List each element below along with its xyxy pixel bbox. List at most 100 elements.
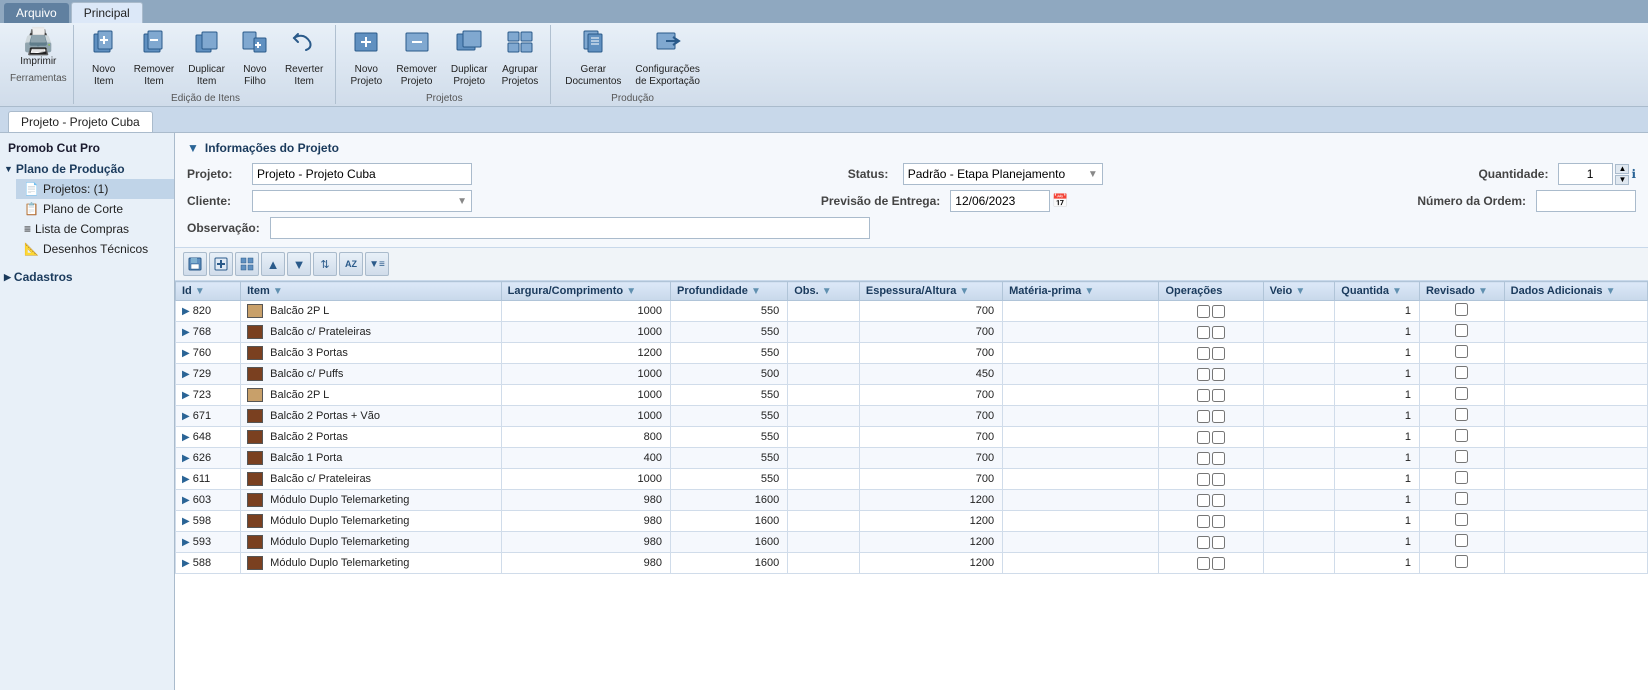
sidebar-item-lista-compras[interactable]: ≡ Lista de Compras — [16, 219, 174, 239]
ops-checkbox-2[interactable] — [1212, 368, 1225, 381]
row-expand-icon[interactable]: ▶ — [182, 516, 190, 527]
row-expand-icon[interactable]: ▶ — [182, 306, 190, 317]
grid-view-button[interactable] — [235, 252, 259, 276]
novo-item-button[interactable]: NovoItem — [82, 25, 126, 91]
revisado-checkbox[interactable] — [1455, 471, 1468, 484]
ops-checkbox-1[interactable] — [1197, 473, 1210, 486]
section-toggle-icon[interactable]: ▼ — [187, 141, 199, 155]
revisado-checkbox[interactable] — [1455, 303, 1468, 316]
ops-checkbox-1[interactable] — [1197, 431, 1210, 444]
novo-projeto-button[interactable]: NovoProjeto — [344, 25, 388, 91]
id-filter-icon[interactable]: ▼ — [195, 286, 205, 297]
add-row-button[interactable] — [209, 252, 233, 276]
remover-item-button[interactable]: RemoverItem — [128, 25, 181, 91]
row-expand-icon[interactable]: ▶ — [182, 453, 190, 464]
ops-checkbox-2[interactable] — [1212, 494, 1225, 507]
ops-checkbox-2[interactable] — [1212, 347, 1225, 360]
row-expand-icon[interactable]: ▶ — [182, 537, 190, 548]
ops-checkbox-1[interactable] — [1197, 347, 1210, 360]
ops-checkbox-2[interactable] — [1212, 452, 1225, 465]
ops-checkbox-1[interactable] — [1197, 326, 1210, 339]
status-select[interactable]: Padrão - Etapa Planejamento ▼ — [903, 163, 1103, 185]
revisado-checkbox[interactable] — [1455, 450, 1468, 463]
revisado-checkbox[interactable] — [1455, 429, 1468, 442]
revisado-checkbox[interactable] — [1455, 534, 1468, 547]
obs-filter-icon[interactable]: ▼ — [822, 286, 832, 297]
novo-filho-button[interactable]: NovoFilho — [233, 25, 277, 91]
veio-filter-icon[interactable]: ▼ — [1295, 286, 1305, 297]
esp-filter-icon[interactable]: ▼ — [959, 286, 969, 297]
item-filter-icon[interactable]: ▼ — [273, 286, 283, 297]
dados-filter-icon[interactable]: ▼ — [1606, 286, 1616, 297]
ops-checkbox-2[interactable] — [1212, 431, 1225, 444]
ops-checkbox-1[interactable] — [1197, 452, 1210, 465]
calendar-icon[interactable]: 📅 — [1052, 193, 1068, 209]
ops-checkbox-1[interactable] — [1197, 557, 1210, 570]
gerar-documentos-button[interactable]: GerarDocumentos — [559, 25, 627, 91]
revisado-checkbox[interactable] — [1455, 513, 1468, 526]
duplicar-projeto-button[interactable]: DuplicarProjeto — [445, 25, 494, 91]
agrupar-projetos-button[interactable]: AgruparProjetos — [496, 25, 545, 91]
save-button[interactable] — [183, 252, 207, 276]
row-expand-icon[interactable]: ▶ — [182, 369, 190, 380]
configuracoes-exportacao-button[interactable]: Configuraçõesde Exportação — [629, 25, 706, 91]
reverter-item-button[interactable]: ReverterItem — [279, 25, 329, 91]
row-expand-icon[interactable]: ▶ — [182, 558, 190, 569]
project-tab[interactable]: Projeto - Projeto Cuba — [8, 111, 153, 132]
remover-projeto-button[interactable]: RemoverProjeto — [390, 25, 443, 91]
revisado-checkbox[interactable] — [1455, 366, 1468, 379]
arquivo-tab[interactable]: Arquivo — [4, 3, 69, 23]
ops-checkbox-2[interactable] — [1212, 473, 1225, 486]
ops-checkbox-2[interactable] — [1212, 305, 1225, 318]
ops-checkbox-1[interactable] — [1197, 389, 1210, 402]
ops-checkbox-2[interactable] — [1212, 326, 1225, 339]
revisado-checkbox[interactable] — [1455, 345, 1468, 358]
projeto-input[interactable] — [252, 163, 472, 185]
qtd-filter-icon[interactable]: ▼ — [1392, 286, 1402, 297]
observacao-input[interactable] — [270, 217, 870, 239]
row-expand-icon[interactable]: ▶ — [182, 432, 190, 443]
info-icon[interactable]: ℹ — [1631, 167, 1636, 181]
revisado-checkbox[interactable] — [1455, 387, 1468, 400]
ops-checkbox-1[interactable] — [1197, 515, 1210, 528]
row-expand-icon[interactable]: ▶ — [182, 327, 190, 338]
larg-filter-icon[interactable]: ▼ — [626, 286, 636, 297]
principal-tab[interactable]: Principal — [71, 2, 143, 23]
imprimir-button[interactable]: 🖨️ Imprimir — [14, 25, 62, 71]
revisado-checkbox[interactable] — [1455, 408, 1468, 421]
row-expand-icon[interactable]: ▶ — [182, 348, 190, 359]
az-sort-button[interactable]: AZ — [339, 252, 363, 276]
ops-checkbox-2[interactable] — [1212, 410, 1225, 423]
row-expand-icon[interactable]: ▶ — [182, 390, 190, 401]
ops-checkbox-2[interactable] — [1212, 557, 1225, 570]
row-expand-icon[interactable]: ▶ — [182, 474, 190, 485]
sidebar-item-projetos[interactable]: 📄 Projetos: (1) — [16, 179, 174, 199]
sidebar-item-desenhos-tecnicos[interactable]: 📐 Desenhos Técnicos — [16, 239, 174, 259]
ops-checkbox-1[interactable] — [1197, 305, 1210, 318]
ops-checkbox-1[interactable] — [1197, 494, 1210, 507]
move-up-button[interactable]: ▲ — [261, 252, 285, 276]
quantidade-input[interactable] — [1558, 163, 1613, 185]
qty-up-button[interactable]: ▲ — [1615, 164, 1629, 174]
mat-filter-icon[interactable]: ▼ — [1084, 286, 1094, 297]
ops-checkbox-2[interactable] — [1212, 515, 1225, 528]
cliente-select[interactable]: ▼ — [252, 190, 472, 212]
numero-input[interactable] — [1536, 190, 1636, 212]
sidebar-item-plano-corte[interactable]: 📋 Plano de Corte — [16, 199, 174, 219]
ops-checkbox-1[interactable] — [1197, 410, 1210, 423]
filter-button[interactable]: ▼≡ — [365, 252, 389, 276]
revisado-checkbox[interactable] — [1455, 492, 1468, 505]
duplicar-item-button[interactable]: DuplicarItem — [182, 25, 231, 91]
row-expand-icon[interactable]: ▶ — [182, 495, 190, 506]
prof-filter-icon[interactable]: ▼ — [751, 286, 761, 297]
previsao-input[interactable] — [950, 190, 1050, 212]
sort-button[interactable]: ⇅ — [313, 252, 337, 276]
revisado-checkbox[interactable] — [1455, 555, 1468, 568]
qty-down-button[interactable]: ▼ — [1615, 175, 1629, 185]
rev-filter-icon[interactable]: ▼ — [1478, 286, 1488, 297]
sidebar-item-plano-producao[interactable]: ▼ Plano de Produção — [0, 159, 174, 179]
row-expand-icon[interactable]: ▶ — [182, 411, 190, 422]
move-down-button[interactable]: ▼ — [287, 252, 311, 276]
ops-checkbox-2[interactable] — [1212, 536, 1225, 549]
ops-checkbox-1[interactable] — [1197, 536, 1210, 549]
